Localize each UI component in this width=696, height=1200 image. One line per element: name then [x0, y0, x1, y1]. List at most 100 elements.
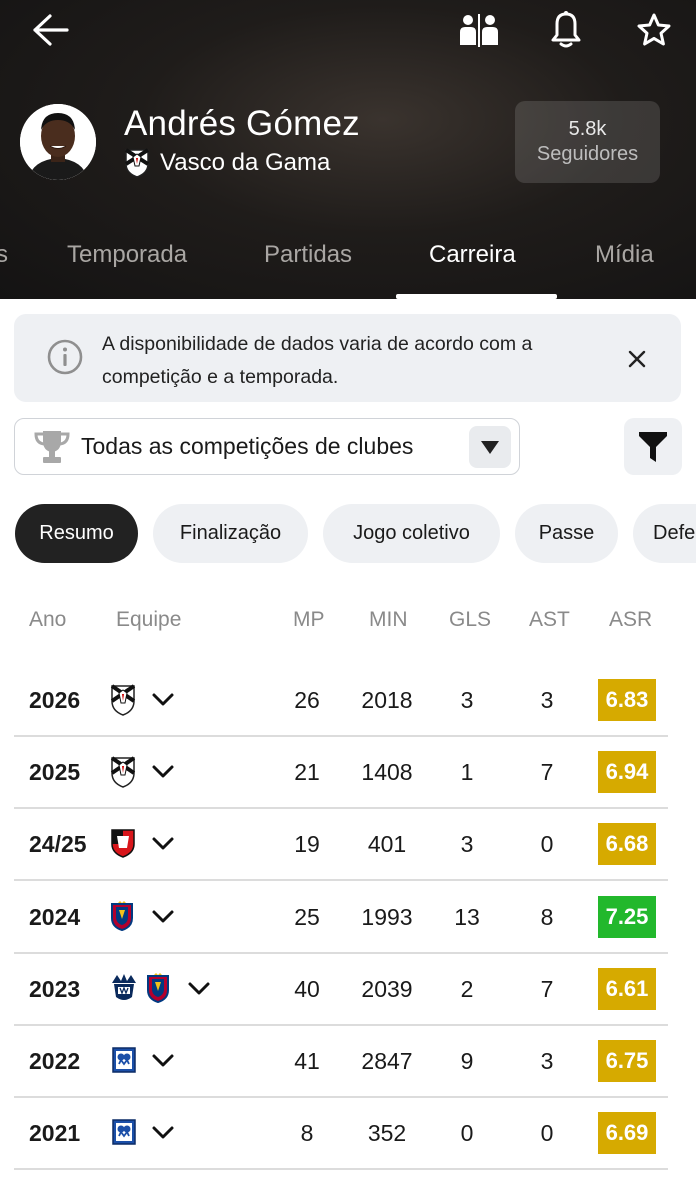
- header-year: Ano: [29, 608, 67, 631]
- row-year: 2024: [29, 903, 81, 930]
- player-name: Andrés Gómez: [124, 104, 360, 143]
- followers-label: Seguidores: [536, 143, 639, 165]
- competition-label: Todas as competições de clubes: [81, 433, 414, 459]
- table-row[interactable]: 2025 21 1408 1 7 6.94: [14, 736, 668, 808]
- row-min: 2847: [361, 1047, 413, 1074]
- expand-row-button[interactable]: [184, 973, 214, 1005]
- tab-partidas[interactable]: Partidas: [264, 241, 352, 269]
- row-gls: 9: [460, 1047, 474, 1074]
- stat-category-chips: Resumo Finalização Jogo coletivo Passe D…: [0, 504, 696, 564]
- row-mp: 8: [300, 1119, 314, 1146]
- row-min: 2039: [361, 975, 413, 1002]
- row-ast: 7: [540, 975, 554, 1002]
- row-year: 2025: [29, 758, 81, 785]
- row-ast: 0: [540, 830, 554, 857]
- header-team: Equipe: [116, 608, 182, 631]
- expand-row-button[interactable]: [148, 1045, 178, 1077]
- back-arrow-icon: [33, 14, 69, 46]
- expand-row-button[interactable]: [148, 901, 178, 933]
- compare-players-icon: [460, 14, 498, 47]
- player-avatar: [20, 104, 96, 180]
- monterrey-crest-icon: [110, 973, 138, 1008]
- row-gls: 13: [454, 903, 480, 930]
- back-button[interactable]: [24, 8, 76, 52]
- header-gls[interactable]: GLS: [449, 608, 491, 632]
- player-photo: [20, 104, 96, 180]
- header-min[interactable]: MIN: [369, 608, 408, 632]
- followers-button[interactable]: 5.8k Seguidores: [515, 101, 660, 183]
- vasco-crest-icon: [110, 756, 136, 793]
- expand-row-button[interactable]: [148, 1117, 178, 1149]
- club-link[interactable]: Vasco da Gama: [124, 148, 330, 178]
- chip-resumo[interactable]: Resumo: [15, 504, 138, 563]
- row-year: 24/25: [29, 830, 87, 857]
- profile-tabs: s Temporada Partidas Carreira Mídia: [0, 226, 696, 299]
- tab-previous-partial[interactable]: s: [0, 241, 8, 269]
- row-ast: 0: [540, 1119, 554, 1146]
- row-min: 352: [367, 1119, 407, 1146]
- chip-finalizacao[interactable]: Finalização: [153, 504, 308, 563]
- row-year: 2023: [29, 975, 81, 1002]
- table-row[interactable]: 24/25 19 401 3 0 6.68: [14, 808, 668, 880]
- row-asr-badge: 6.68: [598, 823, 656, 865]
- chevron-down-icon: [152, 1054, 174, 1067]
- caret-down-icon: [481, 441, 499, 454]
- row-ast: 8: [540, 903, 554, 930]
- filter-funnel-icon: [639, 431, 667, 462]
- expand-row-button[interactable]: [148, 756, 178, 788]
- row-gls: 2: [460, 975, 474, 1002]
- millonarios-crest-icon: [110, 1117, 138, 1152]
- table-row[interactable]: 2023 40 2039 2 7 6.61: [14, 953, 668, 1025]
- row-asr-badge: 6.61: [598, 968, 656, 1010]
- header-asr[interactable]: ASR: [609, 608, 652, 632]
- table-row[interactable]: 2026 26 2018 3 3 6.83: [14, 664, 668, 736]
- expand-row-button[interactable]: [148, 828, 178, 860]
- tab-temporada[interactable]: Temporada: [67, 241, 187, 269]
- row-asr-badge: 6.75: [598, 1040, 656, 1082]
- club-name: Vasco da Gama: [160, 149, 331, 176]
- expand-row-button[interactable]: [148, 684, 178, 716]
- chevron-down-icon: [152, 837, 174, 850]
- header-mp[interactable]: MP: [293, 608, 325, 632]
- chevron-down-icon: [152, 910, 174, 923]
- compare-button[interactable]: [452, 8, 506, 52]
- table-row[interactable]: 2024 25 1993 13 8 7.25: [14, 881, 668, 953]
- table-row[interactable]: 2022 41 2847 9 3 6.75: [14, 1025, 668, 1097]
- notifications-button[interactable]: [540, 8, 592, 52]
- competition-select[interactable]: Todas as competições de clubes: [14, 418, 520, 475]
- filter-button[interactable]: [624, 418, 682, 475]
- row-asr-badge: 6.69: [598, 1112, 656, 1154]
- row-divider: [14, 1168, 668, 1170]
- trophy-icon: [34, 431, 70, 463]
- row-asr-badge: 6.83: [598, 679, 656, 721]
- chip-defesa-partial[interactable]: Defe: [633, 504, 696, 563]
- chevron-down-icon: [152, 693, 174, 706]
- tab-carreira[interactable]: Carreira: [429, 241, 516, 269]
- info-banner: A disponibilidade de dados varia de acor…: [14, 314, 681, 402]
- row-min: 1408: [361, 758, 413, 785]
- vasco-crest-icon: [110, 684, 136, 721]
- millonarios-crest-icon: [110, 1045, 138, 1080]
- close-banner-button[interactable]: [620, 342, 654, 376]
- table-row[interactable]: 2021 8 352 0 0 6.69: [14, 1097, 668, 1169]
- tab-midia[interactable]: Mídia: [595, 241, 654, 269]
- chevron-down-icon: [152, 1126, 174, 1139]
- chip-passe[interactable]: Passe: [515, 504, 618, 563]
- row-ast: 7: [540, 758, 554, 785]
- competition-dropdown-toggle[interactable]: [469, 426, 511, 468]
- rennes-crest-icon: [110, 828, 136, 863]
- row-year: 2021: [29, 1119, 81, 1146]
- row-year: 2026: [29, 686, 81, 713]
- real-salt-lake-crest-icon: [110, 901, 134, 936]
- favorite-button[interactable]: [628, 8, 680, 52]
- active-tab-indicator: [396, 294, 557, 299]
- vasco-crest-icon: [124, 148, 150, 178]
- close-icon: [628, 350, 646, 368]
- chevron-down-icon: [152, 765, 174, 778]
- row-ast: 3: [540, 686, 554, 713]
- row-gls: 3: [460, 686, 474, 713]
- chip-jogo-coletivo[interactable]: Jogo coletivo: [323, 504, 500, 563]
- header-ast[interactable]: AST: [529, 608, 570, 632]
- row-year: 2022: [29, 1047, 81, 1074]
- chevron-down-icon: [188, 982, 210, 995]
